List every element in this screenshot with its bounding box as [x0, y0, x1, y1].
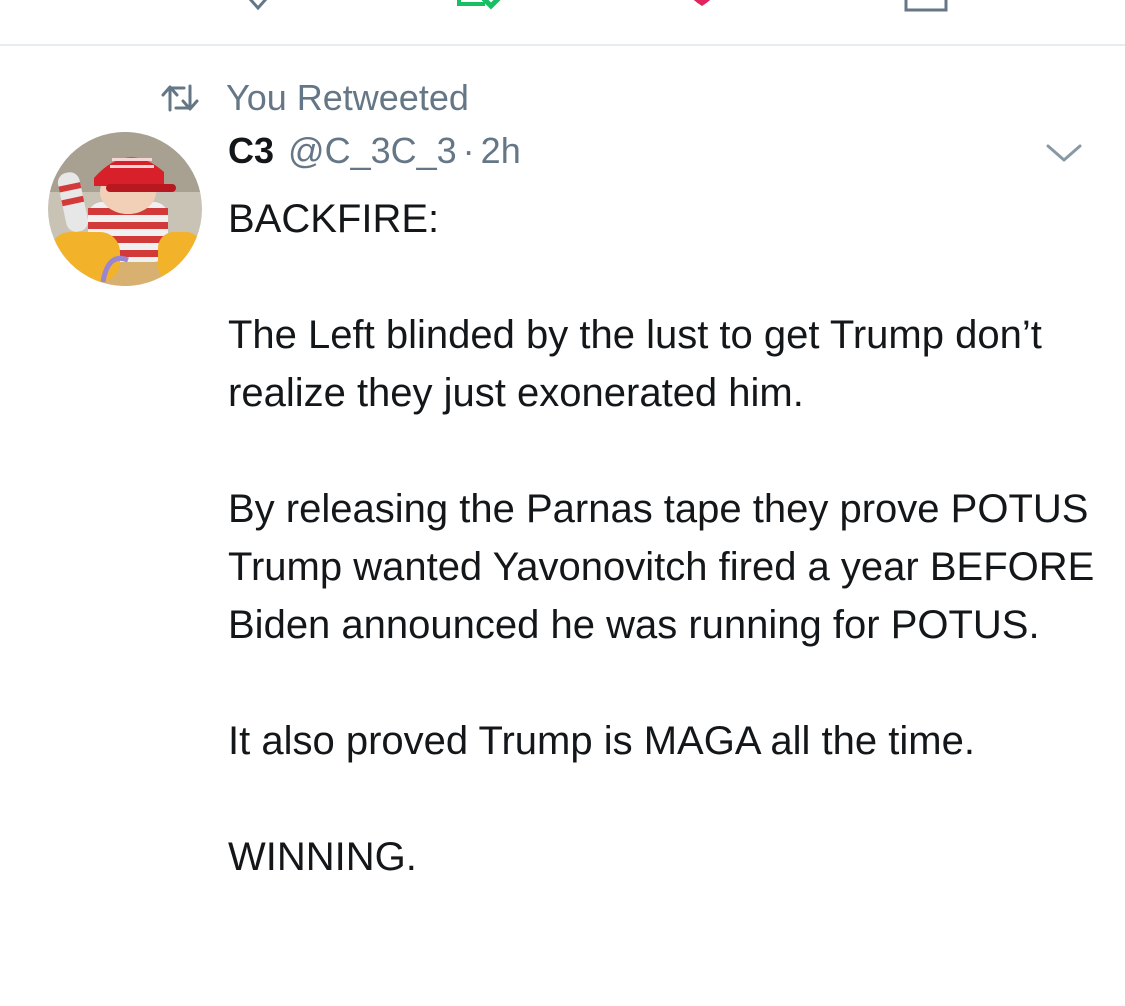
retweet-active-icon [457, 0, 501, 10]
retweet-icon [161, 84, 199, 112]
author-handle[interactable]: @C_3C_3 [288, 130, 457, 172]
tweet-text: BACKFIRE: The Left blinded by the lust t… [228, 190, 1108, 886]
heart-icon [693, 0, 711, 6]
retweeted-label: You Retweeted [226, 77, 469, 118]
tweet-paragraph: WINNING. [228, 835, 417, 879]
reply-button[interactable] [238, 0, 278, 14]
tweet-paragraph: BACKFIRE: [228, 197, 440, 241]
tweet-timeline: You Retweeted C3 @C_3C_3 · 2h BACKFIRE: … [0, 0, 1125, 1006]
tweet-paragraph: The Left blinded by the lust to get Trum… [228, 313, 1042, 415]
tweet-paragraph: By releasing the Parnas tape they prove … [228, 487, 1095, 647]
separator-dot: · [462, 130, 475, 171]
chevron-down-icon[interactable] [1044, 140, 1084, 166]
retweeted-context: You Retweeted [160, 77, 469, 118]
like-button[interactable] [684, 0, 784, 14]
author-display-name[interactable]: C3 [228, 130, 274, 172]
reply-icon [248, 0, 268, 11]
share-button[interactable] [902, 0, 950, 14]
tweet-author-line: C3 @C_3C_3 · 2h [228, 130, 521, 176]
avatar-image [48, 132, 202, 286]
avatar[interactable] [48, 132, 202, 286]
retweet-button[interactable] [455, 0, 575, 14]
share-icon [904, 0, 948, 12]
tweet-timestamp[interactable]: 2h [481, 130, 521, 172]
tweet-paragraph: It also proved Trump is MAGA all the tim… [228, 719, 975, 763]
previous-tweet-action-bar [0, 0, 1125, 46]
